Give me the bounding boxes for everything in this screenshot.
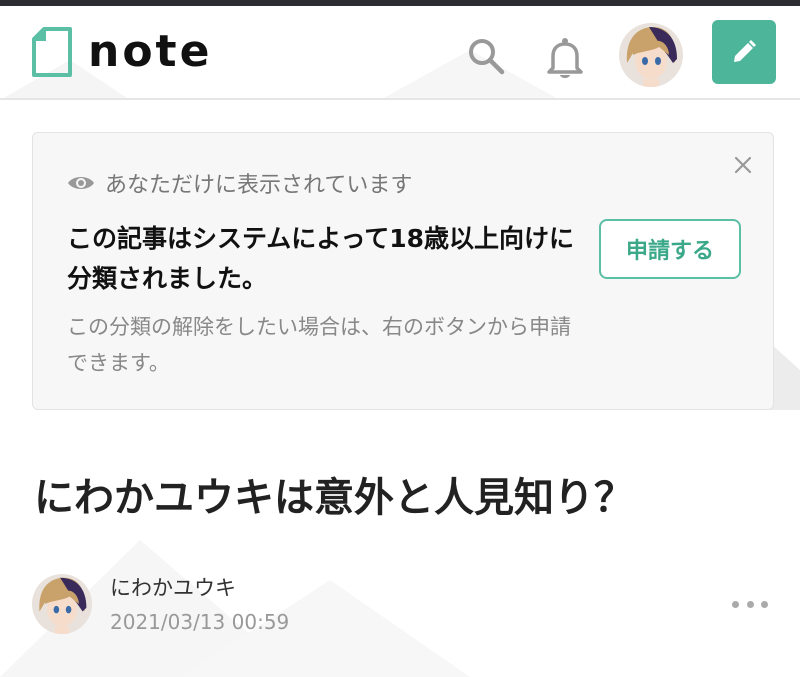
user-avatar[interactable] [619,23,683,87]
notice-message: この記事はシステムによって18歳以上向けに分類されました。 [67,224,575,293]
more-options-button[interactable] [732,596,768,612]
pencil-icon [734,40,756,62]
close-icon [734,156,752,174]
author-name[interactable]: にわかユウキ [110,572,236,602]
logo-text: note [88,26,213,77]
post-button[interactable] [712,20,776,84]
top-navbar: note [0,6,800,100]
more-dot-icon [746,600,754,608]
more-dot-icon [732,600,739,608]
author-avatar-image [32,574,92,634]
article-title: にわかユウキは意外と人見知り？ [34,475,634,521]
close-notice-button[interactable] [731,153,755,177]
avatar-image [619,23,683,87]
visibility-text: あなただけに表示されています [105,173,413,198]
author-avatar[interactable] [32,574,92,634]
search-button[interactable] [464,34,508,78]
notifications-button[interactable] [543,34,587,82]
post-date: 2021/03/13 00:59 [110,610,290,634]
note-logo[interactable]: note [30,26,212,78]
visibility-indicator: あなただけに表示されています [67,167,412,199]
more-dot-icon [761,600,768,608]
notice-description: この分類の解除をしたい場合は、右のボタンから申請できます。 [67,315,571,375]
age-restriction-notice: あなただけに表示されています この記事はシステムによって18歳以上向けに分類され… [32,132,774,410]
author-info: にわかユウキ 2021/03/13 00:59 [32,572,772,642]
apply-button[interactable]: 申請する [599,219,741,279]
search-icon [469,39,505,75]
bell-icon [547,38,583,78]
eye-icon [68,177,94,189]
note-logo-icon [32,27,72,77]
